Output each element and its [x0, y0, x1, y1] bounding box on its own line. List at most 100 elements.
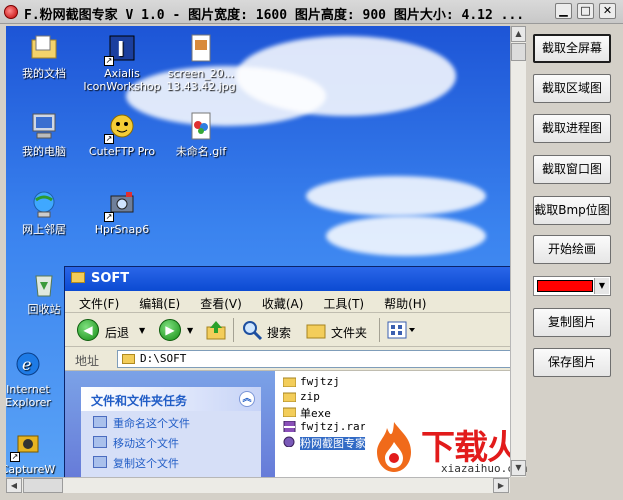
ie-icon: e	[12, 348, 44, 380]
screenshot-preview[interactable]: 我的文档 我的电脑 网上邻居 回收站 e Internet Explorer ↗…	[6, 26, 510, 477]
capture-process-button[interactable]: 截取进程图	[533, 114, 611, 143]
shortcut-arrow-icon: ↗	[104, 212, 114, 222]
task-copy[interactable]: 复制这个文件	[81, 451, 261, 471]
start-drawing-button[interactable]: 开始绘画	[533, 235, 611, 264]
axialis-icon: I ↗	[104, 32, 138, 66]
forward-arrow-icon[interactable]: ▶	[159, 319, 181, 341]
scroll-down-icon[interactable]: ▼	[511, 460, 526, 476]
desktop-icon-capture[interactable]: ↗ CaptureW	[6, 428, 64, 476]
archive-icon	[283, 421, 296, 432]
forward-dropdown-icon[interactable]: ▼	[187, 326, 193, 335]
capture-icon: ↗	[10, 428, 44, 462]
menu-edit[interactable]: 编辑(E)	[139, 295, 180, 312]
svg-text:e: e	[22, 355, 31, 374]
network-icon	[28, 188, 60, 220]
search-button[interactable]: 搜索	[267, 324, 291, 341]
scroll-right-icon[interactable]: ▶	[493, 478, 509, 493]
desktop-icon-hprsnap[interactable]: ↗ HprSnap6	[78, 188, 166, 236]
task-move[interactable]: 移动这个文件	[81, 431, 261, 451]
app-icon	[4, 5, 18, 19]
address-input[interactable]: D:\SOFT	[117, 350, 510, 368]
task-rename[interactable]: 重命名这个文件	[81, 411, 261, 431]
toolbar-separator	[233, 318, 234, 342]
desktop-icon-gif-file[interactable]: 未命名.gif	[156, 110, 246, 158]
save-image-button[interactable]: 保存图片	[533, 348, 611, 377]
scroll-up-icon[interactable]: ▲	[511, 26, 526, 42]
pen-color-select[interactable]: ▼	[533, 276, 611, 296]
list-item-selected[interactable]: 粉网截图专家	[283, 435, 366, 450]
rename-icon	[93, 416, 107, 428]
folder-icon	[122, 354, 135, 364]
capture-region-button[interactable]: 截取区域图	[533, 74, 611, 103]
cuteftp-icon: ↗	[104, 110, 138, 144]
address-label: 地址	[75, 354, 100, 368]
list-item[interactable]: 单exe	[283, 405, 366, 420]
desktop-icon-network[interactable]: 网上邻居	[6, 188, 86, 236]
menu-view[interactable]: 查看(V)	[200, 295, 242, 312]
gif-file-icon	[185, 110, 217, 142]
task-pane: 文件和文件夹任务 ︽ 重命名这个文件 移动这个文件 复制这个文件	[65, 371, 275, 477]
folder-icon	[71, 272, 85, 283]
list-item[interactable]: zip	[283, 390, 366, 405]
title-bar[interactable]: F.粉网截图专家 V 1.0 - 图片宽度: 1600 图片高度: 900 图片…	[0, 0, 623, 24]
scroll-left-icon[interactable]: ◀	[6, 478, 22, 493]
image-file-icon	[185, 32, 217, 64]
desktop-icon-internet-explorer[interactable]: e Internet Explorer	[6, 348, 64, 409]
my-documents-icon	[28, 32, 60, 64]
views-icon[interactable]	[387, 320, 417, 340]
scroll-thumb[interactable]	[23, 478, 63, 493]
cloud-decor	[236, 36, 456, 116]
recycle-bin-icon	[28, 268, 60, 300]
desktop-icon-cuteftp[interactable]: ↗ CuteFTP Pro	[78, 110, 166, 158]
capture-bmp-button[interactable]: 截取Bmp位图	[533, 196, 611, 225]
menu-help[interactable]: 帮助(H)	[384, 295, 426, 312]
desktop-icon-my-computer[interactable]: 我的电脑	[6, 110, 86, 158]
capture-window-button[interactable]: 截取窗口图	[533, 155, 611, 184]
list-item[interactable]: fwjtzj.rar	[283, 420, 366, 435]
list-item[interactable]: fwjtzj	[283, 375, 366, 390]
copy-icon	[93, 456, 107, 468]
menu-tools[interactable]: 工具(T)	[323, 295, 364, 312]
explorer-title-bar[interactable]: SOFT	[65, 267, 510, 291]
folder-icon	[283, 377, 296, 387]
watermark-logo: 下载火 xiazaihuo.com	[365, 418, 527, 477]
folder-icon	[283, 407, 296, 417]
scroll-thumb[interactable]	[511, 43, 526, 61]
vertical-scrollbar[interactable]: ▲ ▼	[510, 26, 526, 477]
app-icon	[283, 436, 295, 447]
shortcut-arrow-icon: ↗	[104, 134, 114, 144]
collapse-icon[interactable]: ︽	[239, 391, 255, 407]
task-panel-header[interactable]: 文件和文件夹任务 ︽	[81, 387, 261, 411]
explorer-toolbar: ◀ 后退 ▼ ▶ ▼ 搜索 文件夹	[65, 313, 510, 347]
up-folder-icon[interactable]	[205, 319, 227, 341]
horizontal-scrollbar[interactable]: ◀ ▶	[6, 477, 510, 493]
close-button[interactable]: ✕	[599, 3, 616, 19]
back-arrow-icon[interactable]: ◀	[77, 319, 99, 341]
folders-button[interactable]: 文件夹	[331, 324, 367, 341]
folders-icon[interactable]	[305, 320, 327, 340]
desktop-icon-screen-jpg[interactable]: screen_20... 13.43.42.jpg	[156, 32, 246, 93]
shortcut-arrow-icon: ↗	[104, 56, 114, 66]
menu-favorites[interactable]: 收藏(A)	[262, 295, 304, 312]
back-dropdown-icon[interactable]: ▼	[139, 326, 145, 335]
cloud-decor	[306, 176, 486, 216]
minimize-button[interactable]: ▁	[555, 3, 572, 19]
back-button[interactable]: 后退	[105, 324, 129, 341]
cloud-decor	[326, 216, 486, 256]
shortcut-arrow-icon: ↗	[10, 452, 20, 462]
color-swatch	[537, 280, 593, 292]
desktop-icon-axialis[interactable]: I ↗ Axialis IconWorkshop	[78, 32, 166, 93]
explorer-menu-bar: 文件(F) 编辑(E) 查看(V) 收藏(A) 工具(T) 帮助(H)	[65, 291, 510, 313]
search-icon[interactable]	[241, 319, 263, 341]
task-panel: 文件和文件夹任务 ︽ 重命名这个文件 移动这个文件 复制这个文件	[81, 387, 261, 477]
svg-text:I: I	[117, 37, 124, 61]
chevron-down-icon[interactable]: ▼	[594, 278, 609, 294]
maximize-button[interactable]: □	[577, 3, 594, 19]
my-computer-icon	[28, 110, 60, 142]
menu-file[interactable]: 文件(F)	[79, 295, 119, 312]
toolbar-separator	[379, 318, 380, 342]
copy-image-button[interactable]: 复制图片	[533, 308, 611, 337]
capture-fullscreen-button[interactable]: 截取全屏幕	[533, 34, 611, 63]
hprsnap-icon: ↗	[104, 188, 138, 222]
desktop-icon-my-documents[interactable]: 我的文档	[6, 32, 86, 80]
